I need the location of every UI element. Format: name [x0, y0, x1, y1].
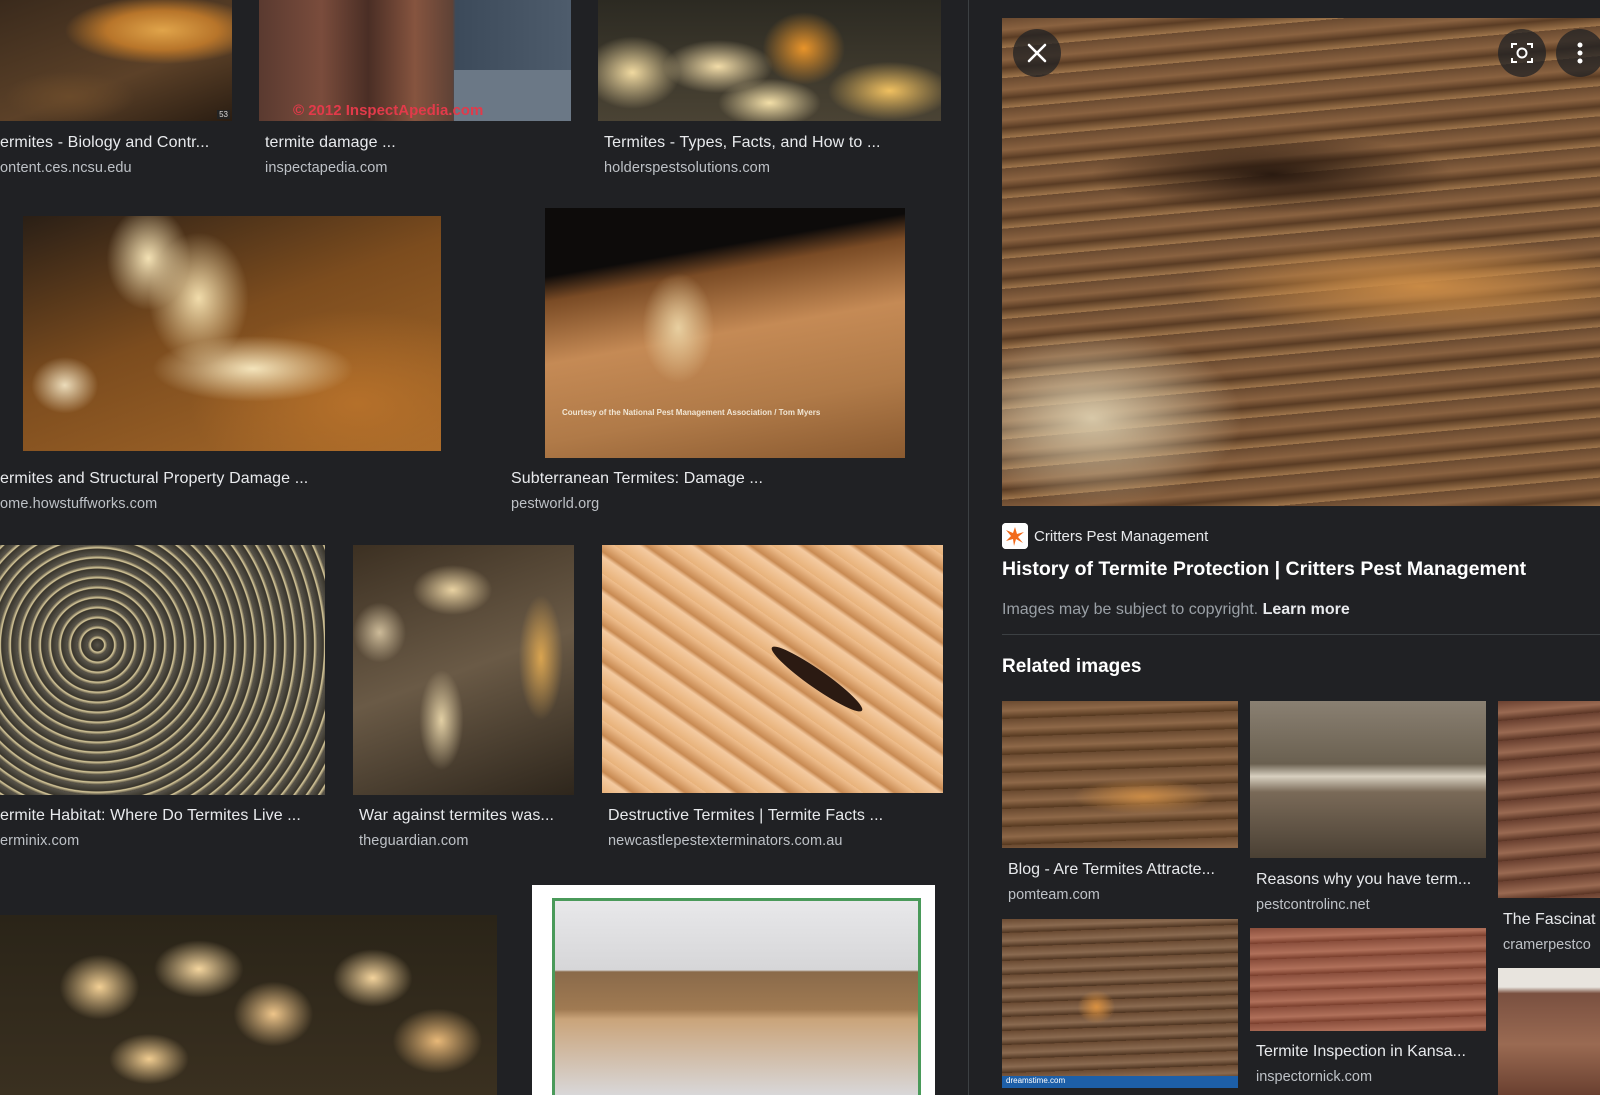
result-photo-8: [602, 545, 943, 793]
result-image-10[interactable]: [532, 885, 935, 1095]
result-image-2[interactable]: © 2012 InspectApedia.com: [259, 0, 571, 121]
watermark-bar: dreamstime.com: [1002, 1076, 1238, 1088]
related-image-4[interactable]: dreamstime.com: [1002, 919, 1238, 1088]
result-caption[interactable]: Termites - Types, Facts, and How to ...: [604, 134, 944, 152]
result-photo-1: [0, 0, 232, 121]
related-photo-5: [1250, 928, 1486, 1031]
lens-button[interactable]: [1498, 29, 1546, 77]
preview-photo: [1002, 18, 1600, 506]
related-image-1[interactable]: [1002, 701, 1238, 848]
result-image-6[interactable]: [0, 545, 325, 795]
result-source: erminix.com: [0, 833, 80, 849]
result-caption[interactable]: termite damage ...: [265, 134, 565, 152]
result-image-5[interactable]: Courtesy of the National Pest Management…: [545, 208, 905, 458]
result-source: theguardian.com: [359, 833, 469, 849]
result-photo-4: [23, 216, 441, 451]
related-source: inspectornick.com: [1256, 1069, 1373, 1085]
site-name[interactable]: Critters Pest Management: [1034, 528, 1208, 545]
result-image-1[interactable]: 53: [0, 0, 232, 121]
more-options-button[interactable]: [1556, 29, 1600, 77]
related-source: pomteam.com: [1008, 887, 1100, 903]
result-caption[interactable]: War against termites was...: [359, 807, 579, 825]
critters-logo-icon: [1002, 523, 1028, 549]
related-photo-4: [1002, 919, 1238, 1088]
result-photo-9: [0, 915, 497, 1095]
result-caption[interactable]: ermites and Structural Property Damage .…: [0, 470, 470, 488]
result-source: holderspestsolutions.com: [604, 160, 771, 176]
related-image-3[interactable]: [1498, 701, 1600, 898]
related-photo-6: [1498, 968, 1600, 1095]
related-image-5[interactable]: [1250, 928, 1486, 1031]
result-badge: 53: [217, 110, 230, 119]
related-photo-1: [1002, 701, 1238, 848]
related-source: cramerpestco: [1503, 937, 1591, 953]
related-watermark: dreamstime.com: [1006, 1076, 1066, 1085]
result-source: ontent.ces.ncsu.edu: [0, 160, 132, 176]
result-photo-7: [353, 545, 574, 795]
related-image-2[interactable]: [1250, 701, 1486, 858]
copyright-notice: Images may be subject to copyright. Lear…: [1002, 601, 1350, 619]
result-photo-10: [552, 898, 921, 1095]
result-source: pestworld.org: [511, 496, 600, 512]
close-icon: [1027, 43, 1047, 63]
related-heading: Related images: [1002, 656, 1142, 677]
result-caption[interactable]: Subterranean Termites: Damage ...: [511, 470, 941, 488]
more-vert-icon: [1577, 42, 1583, 64]
result-source: inspectapedia.com: [265, 160, 388, 176]
result-caption[interactable]: ermites - Biology and Contr...: [0, 134, 232, 152]
preview-image[interactable]: [1002, 18, 1600, 506]
result-image-3[interactable]: [598, 0, 941, 121]
related-caption[interactable]: The Fascinat: [1503, 911, 1600, 929]
result-watermark: Courtesy of the National Pest Management…: [562, 408, 821, 417]
related-source: pestcontrolinc.net: [1256, 897, 1370, 913]
section-divider: [1002, 634, 1600, 635]
result-caption[interactable]: Destructive Termites | Termite Facts ...: [608, 807, 948, 825]
related-caption[interactable]: Blog - Are Termites Attracte...: [1008, 861, 1236, 879]
result-source: newcastlepestexterminators.com.au: [608, 833, 843, 849]
related-photo-3: [1498, 701, 1600, 898]
result-photo-3: [598, 0, 941, 121]
preview-title[interactable]: History of Termite Protection | Critters…: [1002, 558, 1526, 581]
related-caption[interactable]: Reasons why you have term...: [1256, 871, 1484, 889]
result-watermark: © 2012 InspectApedia.com: [293, 102, 484, 119]
lens-icon: [1511, 43, 1533, 63]
result-image-4[interactable]: [23, 216, 441, 451]
close-button[interactable]: [1013, 29, 1061, 77]
result-photo-5: [545, 208, 905, 458]
result-source: ome.howstuffworks.com: [0, 496, 158, 512]
related-caption[interactable]: Termite Inspection in Kansa...: [1256, 1043, 1484, 1061]
learn-more-link[interactable]: Learn more: [1263, 601, 1350, 618]
result-image-9[interactable]: [0, 915, 497, 1095]
related-image-6[interactable]: [1498, 968, 1600, 1095]
site-favicon: [1002, 523, 1028, 549]
result-image-8[interactable]: [602, 545, 943, 793]
result-photo-6: [0, 545, 325, 795]
result-caption[interactable]: ermite Habitat: Where Do Termites Live .…: [0, 807, 340, 825]
copyright-text: Images may be subject to copyright.: [1002, 601, 1259, 618]
result-image-7[interactable]: [353, 545, 574, 795]
related-photo-2: [1250, 701, 1486, 858]
